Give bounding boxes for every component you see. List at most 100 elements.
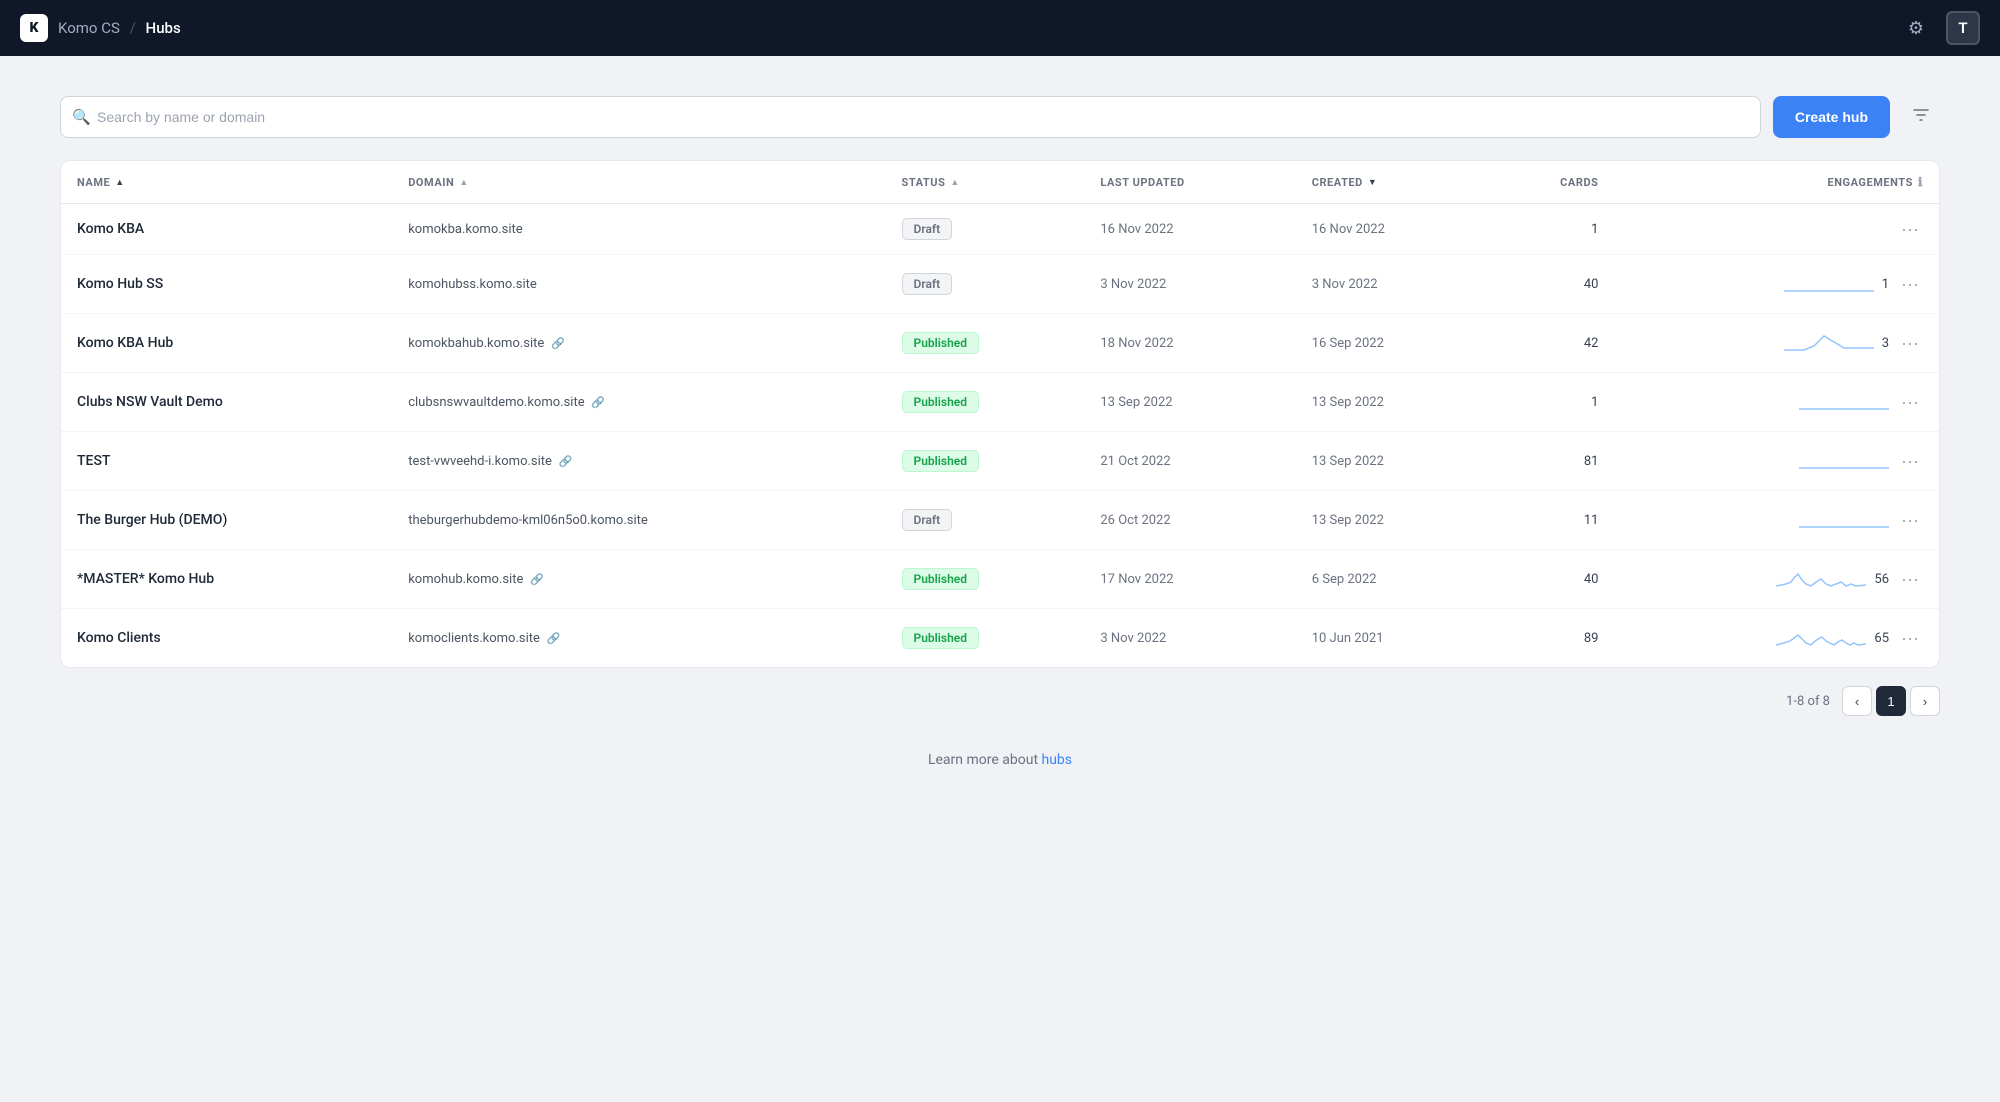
col-last-updated[interactable]: LAST UPDATED [1084,161,1295,204]
cell-cards: 40 [1487,550,1615,609]
domain-sort-icon: ▲ [459,177,468,188]
cell-cards: 1 [1487,373,1615,432]
prev-page-button[interactable]: ‹ [1842,686,1872,716]
row-more-button[interactable]: ··· [1897,509,1923,531]
cell-domain: komokba.komo.site [392,204,885,255]
cell-engagements: 1 ··· [1614,255,1939,314]
cell-cards: 11 [1487,491,1615,550]
status-badge: Draft [902,273,953,295]
row-more-button[interactable]: ··· [1897,568,1923,590]
row-more-button[interactable]: ··· [1897,218,1923,240]
filter-icon [1912,106,1930,129]
external-link-icon[interactable]: 🔗 [527,573,543,586]
row-more-button[interactable]: ··· [1897,273,1923,295]
status-badge: Draft [902,218,953,240]
filter-button[interactable] [1902,98,1940,136]
avatar[interactable]: T [1946,11,1980,45]
cell-last-updated: 21 Oct 2022 [1084,432,1295,491]
breadcrumb-org[interactable]: Komo CS [58,19,120,37]
external-link-icon[interactable]: 🔗 [548,337,564,350]
page-1-button[interactable]: 1 [1876,686,1906,716]
sparkline-chart [1776,564,1866,594]
cell-last-updated: 3 Nov 2022 [1084,255,1295,314]
navbar-right: ⚙ T [1900,11,1980,45]
cell-domain: komoclients.komo.site 🔗 [392,609,885,668]
engagement-count: 65 [1874,631,1889,646]
engagements-info-icon[interactable]: ℹ [1918,175,1923,189]
cell-name[interactable]: Komo KBA [61,204,392,255]
cell-created: 6 Sep 2022 [1296,550,1487,609]
settings-icon: ⚙ [1908,18,1924,39]
row-more-button[interactable]: ··· [1897,391,1923,413]
navbar-left: K Komo CS / Hubs [20,14,181,42]
sparkline-chart [1776,623,1866,653]
cell-last-updated: 26 Oct 2022 [1084,491,1295,550]
main-content: 🔍 Create hub NAME ▲ [0,56,2000,808]
table-row[interactable]: Komo Hub SSkomohubss.komo.siteDraft3 Nov… [61,255,1939,314]
cell-engagements: 3 ··· [1614,314,1939,373]
cell-name[interactable]: Komo KBA Hub [61,314,392,373]
table-row[interactable]: Komo KBA Hubkomokbahub.komo.site 🔗 Publis… [61,314,1939,373]
cell-name[interactable]: The Burger Hub (DEMO) [61,491,392,550]
cell-name[interactable]: Clubs NSW Vault Demo [61,373,392,432]
row-more-button[interactable]: ··· [1897,332,1923,354]
table-header-row: NAME ▲ DOMAIN ▲ STATUS ▲ [61,161,1939,204]
cell-last-updated: 17 Nov 2022 [1084,550,1295,609]
breadcrumb: Komo CS / Hubs [58,19,181,37]
engagement-count: 3 [1882,336,1889,351]
table-row[interactable]: Komo Clientskomoclients.komo.site 🔗Publi… [61,609,1939,668]
cell-name[interactable]: TEST [61,432,392,491]
col-engagements: ENGAGEMENTS ℹ [1614,161,1939,204]
col-name[interactable]: NAME ▲ [61,161,392,204]
col-created[interactable]: CREATED ▼ [1296,161,1487,204]
external-link-icon[interactable]: 🔗 [589,396,605,409]
cell-domain: test-vwveehd-i.komo.site 🔗 [392,432,885,491]
external-link-icon[interactable]: 🔗 [556,455,572,468]
search-input[interactable] [60,96,1761,138]
cell-cards: 89 [1487,609,1615,668]
cell-engagements: ··· [1614,204,1939,255]
cell-status: Published [886,609,1085,668]
cell-status: Draft [886,204,1085,255]
status-badge: Published [902,450,979,472]
table-row[interactable]: The Burger Hub (DEMO)theburgerhubdemo-km… [61,491,1939,550]
sparkline-chart [1799,446,1889,476]
cell-name[interactable]: Komo Hub SS [61,255,392,314]
cell-created: 16 Nov 2022 [1296,204,1487,255]
col-status[interactable]: STATUS ▲ [886,161,1085,204]
search-icon: 🔍 [72,108,91,126]
col-domain[interactable]: DOMAIN ▲ [392,161,885,204]
logo[interactable]: K [20,14,48,42]
cell-name[interactable]: *MASTER* Komo Hub [61,550,392,609]
row-more-button[interactable]: ··· [1897,627,1923,649]
cell-created: 13 Sep 2022 [1296,432,1487,491]
next-page-button[interactable]: › [1910,686,1940,716]
hubs-table: NAME ▲ DOMAIN ▲ STATUS ▲ [60,160,1940,668]
footer: Learn more about hubs [60,752,1940,768]
settings-button[interactable]: ⚙ [1900,12,1932,44]
col-cards: CARDS [1487,161,1615,204]
status-badge: Published [902,332,979,354]
cell-status: Published [886,373,1085,432]
table-row[interactable]: *MASTER* Komo Hubkomohub.komo.site 🔗Publ… [61,550,1939,609]
pagination: 1-8 of 8 ‹ 1 › [60,668,1940,720]
external-link-icon[interactable]: 🔗 [544,632,560,645]
hubs-link[interactable]: hubs [1042,752,1073,768]
create-hub-button[interactable]: Create hub [1773,96,1890,138]
cell-engagements: 56··· [1614,550,1939,609]
cell-name[interactable]: Komo Clients [61,609,392,668]
table-row[interactable]: TESTtest-vwveehd-i.komo.site 🔗 Published 2… [61,432,1939,491]
status-badge: Draft [902,509,953,531]
cell-cards: 42 [1487,314,1615,373]
breadcrumb-page: Hubs [146,19,181,37]
cell-status: Published [886,314,1085,373]
cell-engagements: 65 ··· [1614,609,1939,668]
engagement-count: 1 [1882,277,1889,292]
table-row[interactable]: Clubs NSW Vault Democlubsnswvaultdemo.ko… [61,373,1939,432]
cell-domain: komokbahub.komo.site 🔗 [392,314,885,373]
table-row[interactable]: Komo KBAkomokba.komo.site Draft 16 Nov 202… [61,204,1939,255]
cell-created: 10 Jun 2021 [1296,609,1487,668]
pagination-info: 1-8 of 8 [1786,694,1830,709]
row-more-button[interactable]: ··· [1897,450,1923,472]
cell-engagements: ··· [1614,432,1939,491]
